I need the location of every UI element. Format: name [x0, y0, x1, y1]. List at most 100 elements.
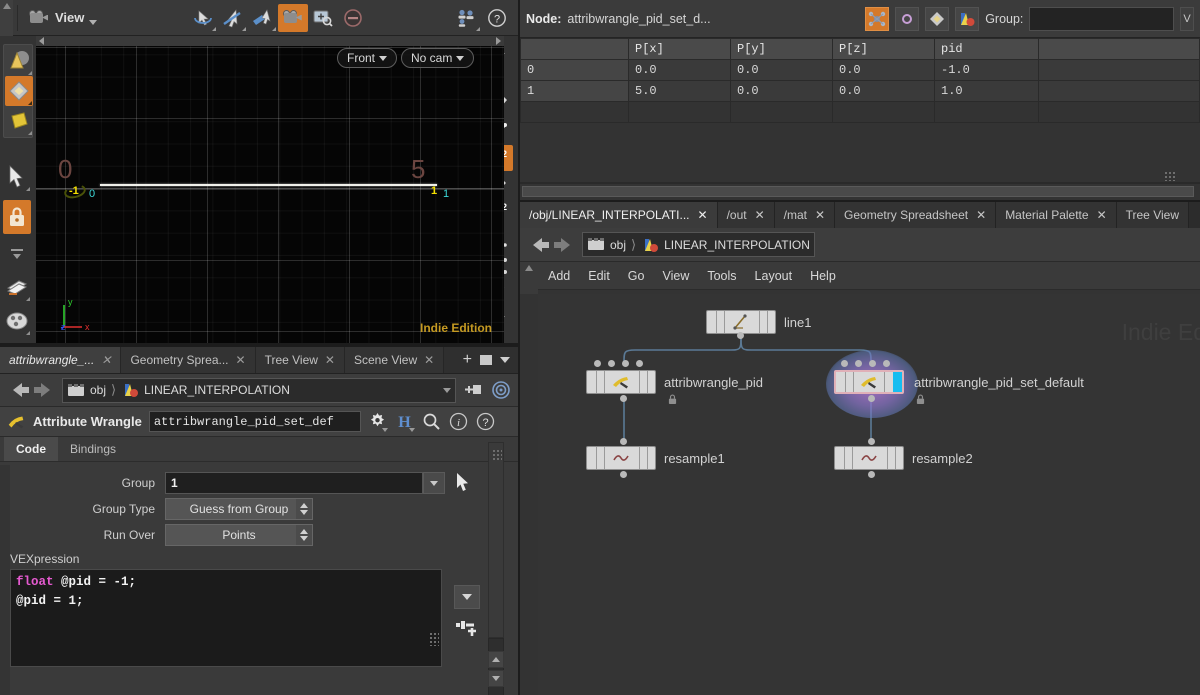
network-menu-handle[interactable]	[520, 262, 538, 294]
tab-out[interactable]: /out ✕	[717, 202, 775, 228]
close-icon[interactable]: ✕	[424, 353, 434, 367]
tab-geometry-spreadsheet[interactable]: Geometry Spreadsheet ✕	[835, 202, 997, 228]
node-path-value[interactable]: attribwrangle_pid_set_d...	[567, 12, 710, 26]
group-input[interactable]: 1	[165, 472, 423, 494]
vex-edit-expression-button[interactable]	[455, 617, 479, 642]
subtab-bindings[interactable]: Bindings	[58, 437, 129, 461]
breadcrumb[interactable]: obj ⟩ LINEAR_INTERPOLATION	[62, 377, 456, 403]
back-button[interactable]	[526, 235, 549, 255]
node-attribwrangle-pid[interactable]	[586, 370, 656, 394]
node-input-port[interactable]	[594, 360, 601, 367]
column-header-px[interactable]: P[x]	[628, 38, 731, 60]
param-scroll-down-button[interactable]	[488, 670, 504, 687]
menu-go[interactable]: Go	[628, 269, 645, 283]
select-tool-icon[interactable]	[3, 162, 31, 192]
node-output-port[interactable]	[868, 395, 875, 402]
node-input-port[interactable]	[622, 360, 629, 367]
tab-material-palette[interactable]: Material Palette ✕	[996, 202, 1117, 228]
column-header-index[interactable]	[520, 38, 629, 60]
close-icon[interactable]: ✕	[755, 208, 765, 222]
column-header-pid[interactable]: pid	[934, 38, 1039, 60]
visibility-icon[interactable]	[452, 4, 482, 32]
tab-menu-button[interactable]	[500, 357, 510, 363]
spreadsheet-hscrollbar[interactable]	[522, 186, 1194, 197]
resize-grip[interactable]	[429, 632, 439, 646]
viewport-view-menu[interactable]: View	[22, 3, 103, 33]
forward-button[interactable]	[553, 235, 576, 255]
back-button[interactable]	[6, 380, 29, 400]
run-over-menu[interactable]: Points	[165, 524, 313, 546]
node-input-port[interactable]	[883, 360, 890, 367]
help-icon[interactable]: ?	[482, 4, 512, 32]
tab-scene-view[interactable]: Scene View ✕	[344, 347, 445, 373]
menu-help[interactable]: Help	[810, 269, 836, 283]
close-icon[interactable]: ✕	[976, 208, 986, 222]
pin-button[interactable]	[462, 380, 484, 400]
geometry-objects-icon[interactable]	[865, 6, 890, 31]
node-resample1[interactable]	[586, 446, 656, 470]
table-row[interactable]: 1 5.0 0.0 0.0 1.0	[520, 80, 1200, 102]
shading-mode-icon[interactable]	[5, 46, 33, 76]
tab-tree-view[interactable]: Tree View	[1116, 202, 1189, 228]
vexpression-editor[interactable]: float @pid = -1; @pid = 1;	[10, 569, 442, 667]
maximize-button[interactable]	[480, 355, 492, 365]
node-name-field[interactable]: attribwrangle_pid_set_def	[148, 411, 361, 432]
primitives-icon[interactable]	[925, 6, 950, 31]
table-row[interactable]: 0 0.0 0.0 0.0 -1.0	[520, 59, 1200, 81]
viewport-camera-selector[interactable]: No cam	[401, 48, 475, 68]
node-resample2[interactable]	[834, 446, 904, 470]
node-attribwrangle-pid-set-default[interactable]	[834, 370, 904, 394]
node-input-port[interactable]	[855, 360, 862, 367]
node-line1[interactable]	[706, 310, 776, 334]
menu-layout[interactable]: Layout	[755, 269, 793, 283]
group-type-menu[interactable]: Guess from Group	[165, 498, 313, 520]
left-horizontal-splitter[interactable]	[0, 343, 518, 347]
viewport-canvas[interactable]: 0 5 -1 0 1 1 y x z Indie Edition	[36, 36, 504, 343]
viewport-view-selector[interactable]: Front	[337, 48, 398, 68]
node-input-port[interactable]	[841, 360, 848, 367]
node-input-port[interactable]	[620, 438, 627, 445]
display-options-icon[interactable]	[3, 306, 31, 336]
node-input-port[interactable]	[636, 360, 643, 367]
menu-tools[interactable]: Tools	[707, 269, 736, 283]
detail-icon[interactable]	[955, 6, 980, 31]
close-icon[interactable]: ✕	[236, 353, 246, 367]
param-scroll-up-button[interactable]	[488, 651, 504, 668]
menu-view[interactable]: View	[662, 269, 689, 283]
display-smooth-shaded-icon[interactable]	[5, 76, 33, 106]
group-menu-button[interactable]	[423, 472, 445, 494]
node-input-port[interactable]	[608, 360, 615, 367]
column-header-pz[interactable]: P[z]	[832, 38, 935, 60]
tab-attribwrangle[interactable]: attribwrangle_... ✕	[0, 347, 122, 373]
close-icon[interactable]: ✕	[325, 353, 335, 367]
group-pick-button[interactable]	[455, 472, 471, 495]
search-icon[interactable]	[422, 412, 442, 432]
forward-button[interactable]	[33, 380, 56, 400]
pin-target-button[interactable]	[490, 380, 512, 400]
tab-obj-linear-interpolation[interactable]: /obj/LINEAR_INTERPOLATI... ✕	[520, 202, 718, 228]
toolbar-handle[interactable]	[0, 0, 13, 36]
menu-add[interactable]: Add	[548, 269, 570, 283]
no-entry-button[interactable]	[338, 4, 368, 32]
handle-tool-button[interactable]	[248, 4, 278, 32]
display-flat-shaded-icon[interactable]	[5, 106, 33, 136]
lock-selection-icon[interactable]	[3, 200, 31, 234]
gear-icon[interactable]	[368, 412, 388, 432]
select-rotate-tool-button[interactable]	[188, 4, 218, 32]
close-icon[interactable]: ✕	[101, 353, 111, 367]
column-header-py[interactable]: P[y]	[730, 38, 833, 60]
network-canvas[interactable]: Indie Ed line1 attribwrangle_pid attribw…	[538, 294, 1200, 695]
handle-visibility-icon[interactable]	[3, 238, 31, 268]
tab-tree-view[interactable]: Tree View ✕	[255, 347, 345, 373]
node-output-port[interactable]	[868, 471, 875, 478]
add-tab-button[interactable]: +	[463, 352, 472, 368]
close-icon[interactable]: ✕	[1097, 208, 1107, 222]
right-horizontal-splitter[interactable]	[520, 200, 1200, 202]
snapping-icon[interactable]	[3, 272, 31, 302]
close-icon[interactable]: ✕	[815, 208, 825, 222]
node-input-port[interactable]	[869, 360, 876, 367]
info-icon[interactable]: i	[449, 412, 469, 432]
node-output-port[interactable]	[620, 395, 627, 402]
node-output-port[interactable]	[620, 471, 627, 478]
param-scrollbar-thumb[interactable]	[488, 442, 504, 638]
